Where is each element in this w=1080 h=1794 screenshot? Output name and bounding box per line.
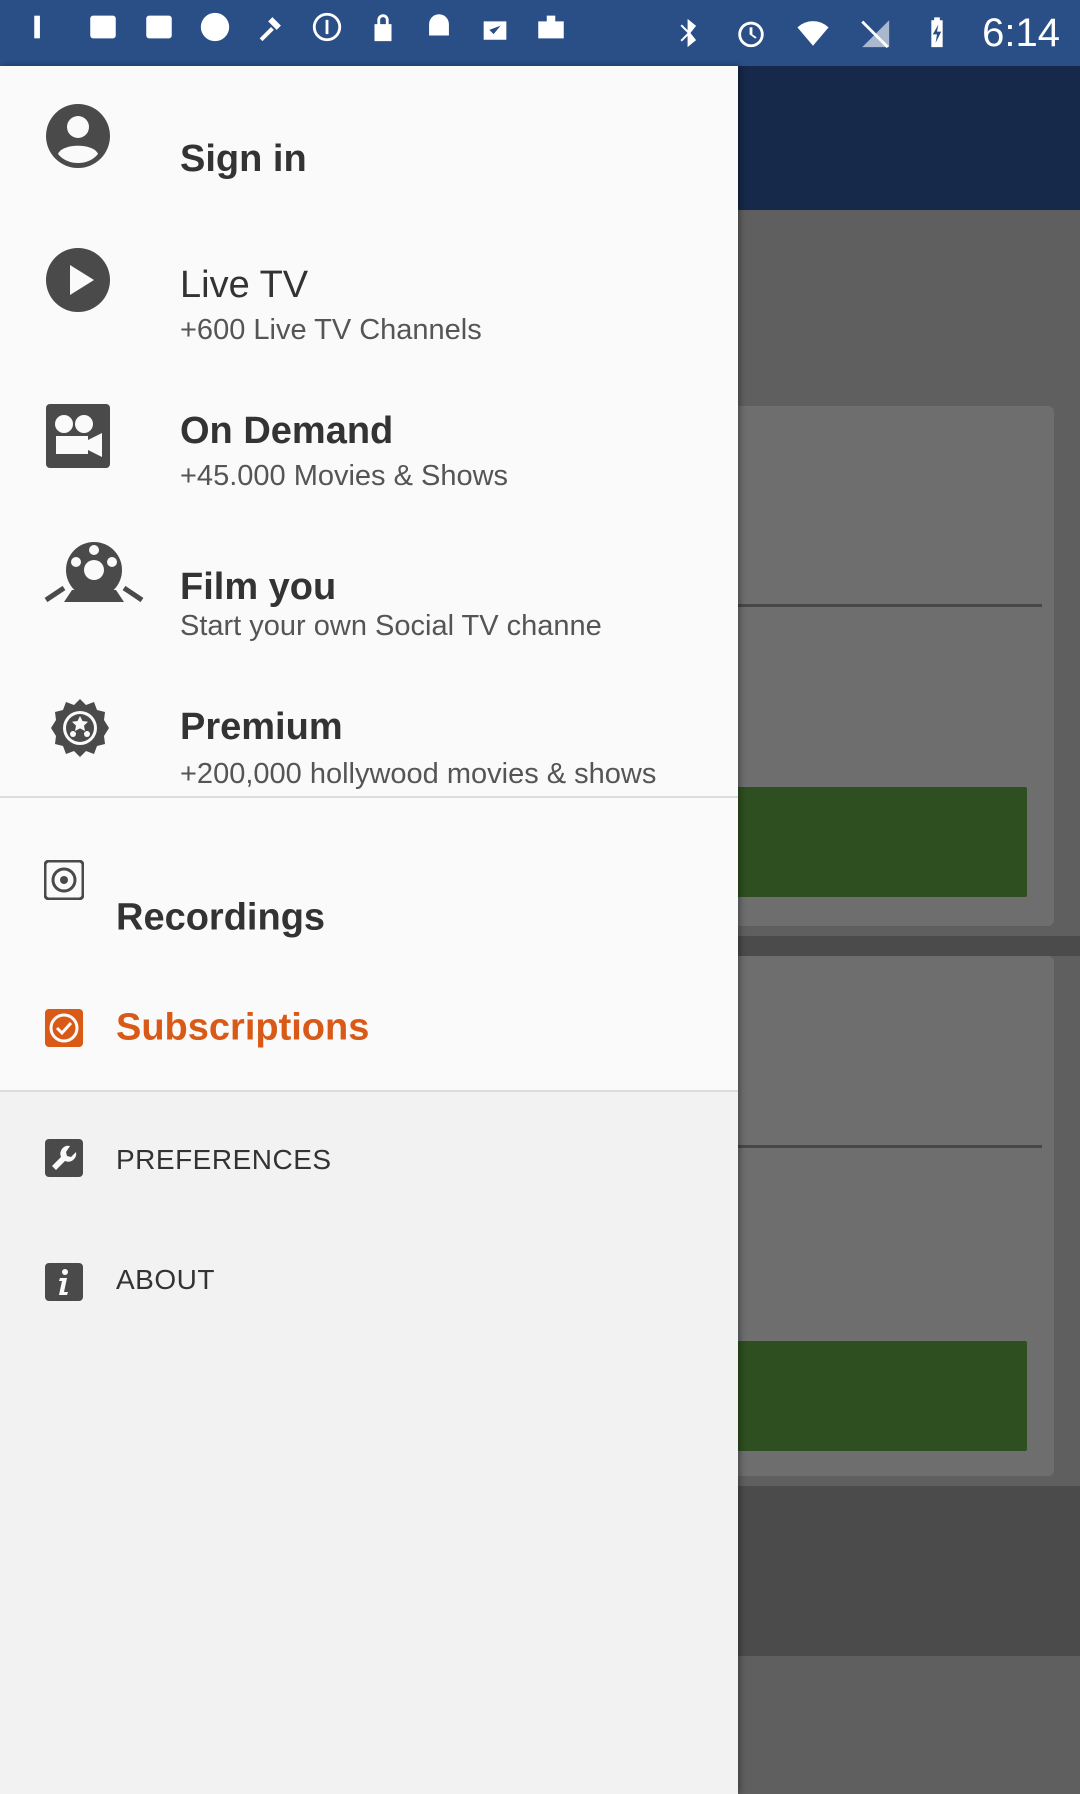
- movie-camera-icon: [44, 402, 112, 470]
- app-icon: [142, 10, 176, 44]
- account-icon: [44, 102, 112, 170]
- on-demand-title: On Demand: [180, 410, 394, 452]
- drawer-divider: [0, 1090, 738, 1092]
- on-demand-item[interactable]: On Demand +45.000 Movies & Shows: [0, 382, 738, 522]
- content-footer: [716, 1486, 1080, 1656]
- card-divider: [716, 604, 1042, 607]
- app-icon: [86, 10, 120, 44]
- briefcase-icon: [534, 10, 568, 44]
- premium-badge-icon: [50, 698, 110, 758]
- sign-in-label: Sign in: [180, 138, 307, 180]
- wifi-icon: [796, 16, 830, 50]
- shazam-icon: [198, 10, 232, 44]
- premium-title: Premium: [180, 706, 343, 748]
- play-icon: [44, 246, 112, 314]
- satellite-icon: [254, 10, 288, 44]
- status-bar-system: 6:14: [672, 11, 1060, 56]
- status-bar-notifications: [30, 10, 568, 44]
- drawer-divider: [0, 796, 738, 798]
- no-signal-icon: [858, 16, 892, 50]
- check-box-icon: [44, 1008, 84, 1048]
- record-icon: [43, 859, 85, 901]
- premium-subtitle: +200,000 hollywood movies & shows: [180, 758, 657, 790]
- live-tv-subtitle: +600 Live TV Channels: [180, 314, 482, 346]
- battery-charging-icon: [920, 16, 954, 50]
- clock: 6:14: [982, 10, 1060, 55]
- bluetooth-icon: [672, 16, 706, 50]
- live-tv-item[interactable]: Live TV +600 Live TV Channels: [0, 234, 738, 374]
- film-you-item[interactable]: Film you Start your own Social TV channe: [0, 530, 738, 670]
- navigation-drawer: Sign in Live TV +600 Live TV Channels On…: [0, 66, 738, 1794]
- wrench-icon: [44, 1138, 84, 1178]
- film-reel-icon: [44, 540, 144, 610]
- about-label: ABOUT: [116, 1264, 215, 1295]
- info-circle-icon: [310, 10, 344, 44]
- live-tv-title: Live TV: [180, 264, 309, 306]
- alarm-icon: [734, 16, 768, 50]
- about-item[interactable]: ABOUT: [0, 1250, 738, 1350]
- lock-icon: [366, 10, 400, 44]
- clipboard-check-icon: [478, 10, 512, 44]
- sign-in-item[interactable]: Sign in: [0, 94, 738, 204]
- card-divider: [716, 1145, 1042, 1148]
- card-action-button[interactable]: [716, 1341, 1027, 1451]
- card-gap: [716, 936, 1080, 956]
- film-you-subtitle: Start your own Social TV channe: [180, 610, 602, 642]
- recordings-item[interactable]: Recordings: [0, 826, 738, 939]
- premium-item[interactable]: Premium +200,000 hollywood movies & show…: [0, 678, 738, 828]
- app-icon: [30, 10, 64, 44]
- android-icon: [422, 10, 456, 44]
- subscriptions-label: Subscriptions: [116, 1006, 370, 1049]
- info-icon: [44, 1262, 84, 1302]
- recordings-label: Recordings: [116, 896, 326, 939]
- film-you-title: Film you: [180, 566, 337, 608]
- subscriptions-item[interactable]: Subscriptions: [0, 972, 738, 1082]
- status-bar: 6:14: [0, 0, 1080, 66]
- preferences-item[interactable]: PREFERENCES: [0, 1126, 738, 1226]
- on-demand-subtitle: +45.000 Movies & Shows: [180, 460, 509, 492]
- preferences-label: PREFERENCES: [116, 1144, 332, 1175]
- card-action-button[interactable]: [716, 787, 1027, 897]
